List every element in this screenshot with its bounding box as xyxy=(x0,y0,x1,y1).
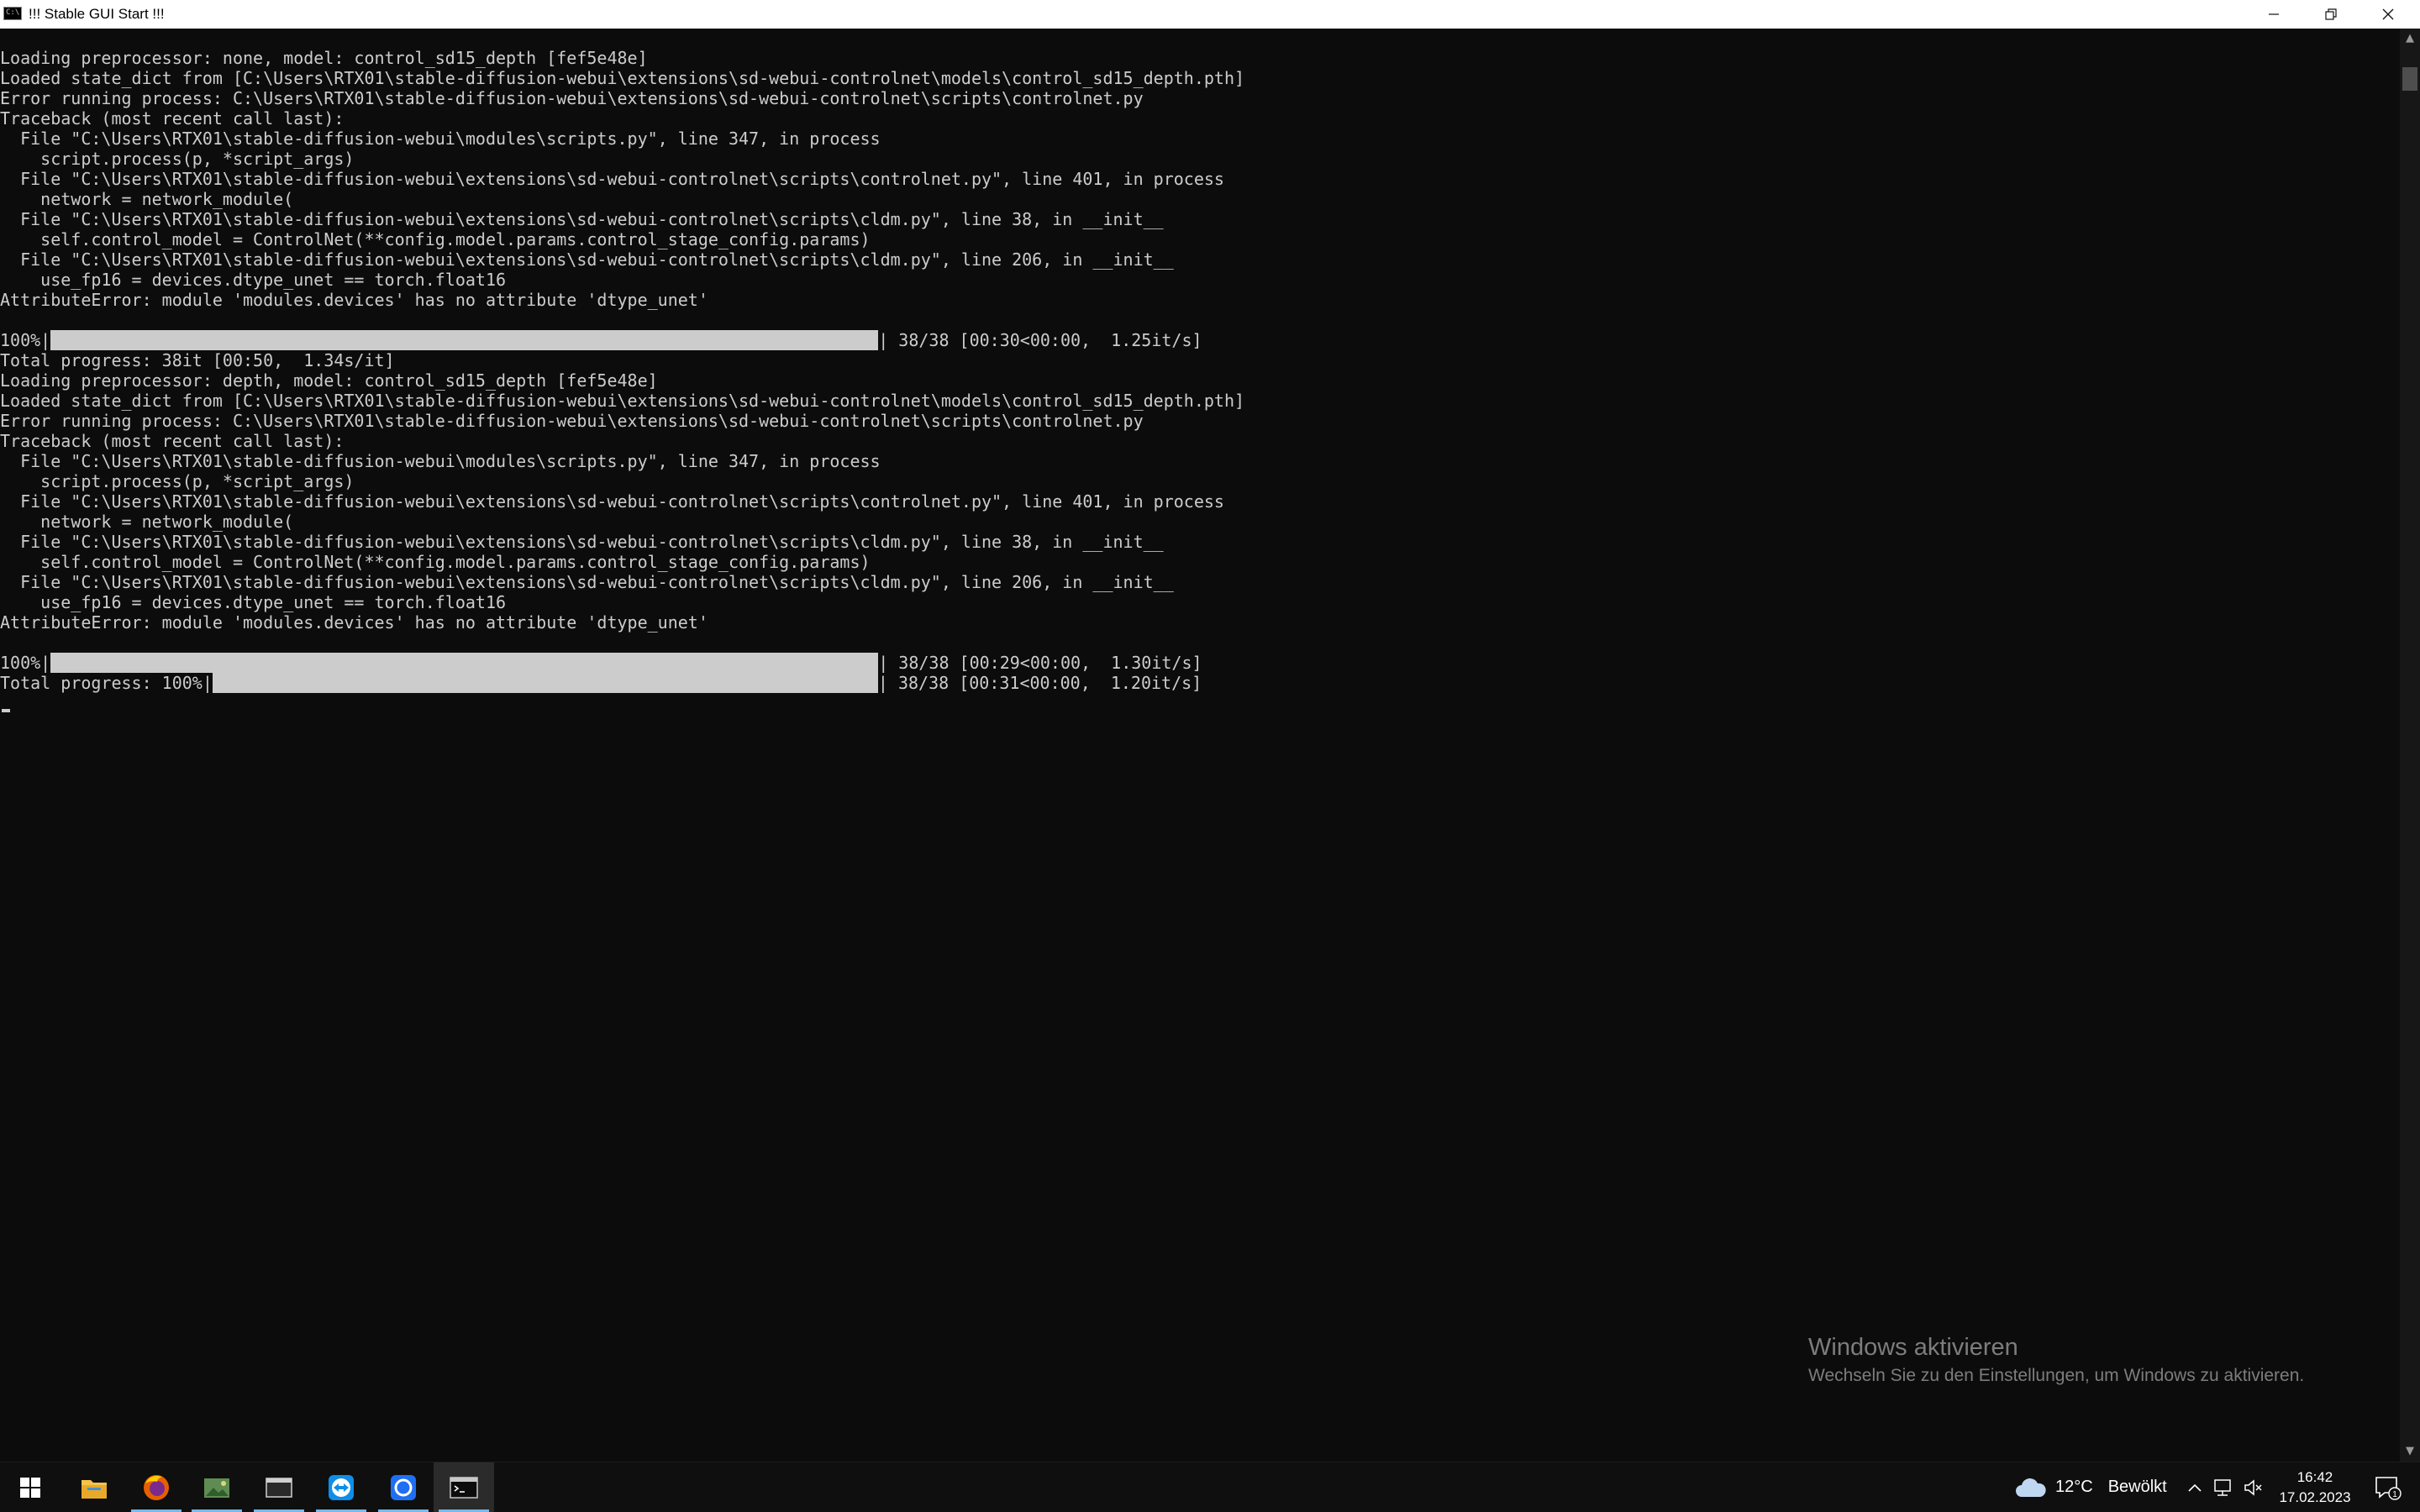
scrollbar-thumb[interactable] xyxy=(2402,67,2417,91)
taskbar-terminal[interactable] xyxy=(434,1462,494,1512)
network-icon xyxy=(2214,1478,2231,1496)
console-line: File "C:\Users\RTX01\stable-diffusion-we… xyxy=(0,169,1224,189)
progress-stats: | 38/38 [00:30<00:00, 1.25it/s] xyxy=(878,330,1202,350)
notification-center-button[interactable]: 1 xyxy=(2365,1462,2412,1512)
progress-bar-fill xyxy=(50,653,879,673)
console-icon: C:\ xyxy=(3,7,22,20)
taskbar: 12°C Bewölkt 16:42 17.02.2023 1 xyxy=(0,1462,2420,1512)
start-icon xyxy=(20,1477,40,1498)
minimize-button[interactable] xyxy=(2245,0,2302,29)
network-button[interactable] xyxy=(2210,1462,2237,1512)
console-line: Total progress: 38it [00:50, 1.34s/it] xyxy=(0,350,395,370)
taskbar-teamviewer[interactable] xyxy=(311,1462,371,1512)
minimize-icon xyxy=(2269,13,2279,15)
restore-icon xyxy=(2325,8,2337,20)
console-line: script.process(p, *script_args) xyxy=(0,149,355,169)
teamviewer-icon xyxy=(329,1474,354,1500)
console-line: self.control_model = ControlNet(**config… xyxy=(0,552,871,572)
chevron-up-icon xyxy=(2188,1483,2202,1492)
taskbar-app-window[interactable] xyxy=(249,1462,309,1512)
console-line: self.control_model = ControlNet(**config… xyxy=(0,229,871,249)
console-line: Error running process: C:\Users\RTX01\st… xyxy=(0,88,1144,108)
console-line: Loaded state_dict from [C:\Users\RTX01\s… xyxy=(0,68,1245,88)
console-line: File "C:\Users\RTX01\stable-diffusion-we… xyxy=(0,532,1164,552)
taskbar-app-blue[interactable] xyxy=(373,1462,434,1512)
progress-bar-line: 100%| | 38/38 [00:29<00:00, 1.30it/s] xyxy=(0,653,2395,673)
progress-bar-fill xyxy=(50,330,879,350)
weather-condition: Bewölkt xyxy=(2107,1478,2167,1496)
total-progress-label: Total progress: 100%| xyxy=(0,673,213,693)
progress-percent: 100%| xyxy=(0,653,51,673)
console-line: Loading preprocessor: depth, model: cont… xyxy=(0,370,658,391)
weather-temp: 12°C xyxy=(2055,1478,2093,1496)
volume-button[interactable] xyxy=(2240,1462,2267,1512)
taskbar-photo-viewer[interactable] xyxy=(187,1462,247,1512)
console-line: Loading preprocessor: none, model: contr… xyxy=(0,48,648,68)
text-cursor xyxy=(2,709,10,712)
console-line: network = network_module( xyxy=(0,189,294,209)
progress-bar-line: 100%| | 38/38 [00:30<00:00, 1.25it/s] xyxy=(0,330,2395,350)
progress-stats: | 38/38 [00:29<00:00, 1.30it/s] xyxy=(878,653,1202,673)
app-window-icon xyxy=(266,1477,292,1498)
console-line: File "C:\Users\RTX01\stable-diffusion-we… xyxy=(0,491,1224,512)
console-line: File "C:\Users\RTX01\stable-diffusion-we… xyxy=(0,572,1174,592)
restore-button[interactable] xyxy=(2302,0,2360,29)
clock-date: 17.02.2023 xyxy=(2279,1489,2351,1505)
app-blue-icon xyxy=(391,1474,416,1500)
console-line: AttributeError: module 'modules.devices'… xyxy=(0,612,708,633)
console-line: use_fp16 = devices.dtype_unet == torch.f… xyxy=(0,592,507,612)
notification-icon: 1 xyxy=(2375,1476,2402,1500)
start-button[interactable] xyxy=(0,1462,60,1512)
console-line: File "C:\Users\RTX01\stable-diffusion-we… xyxy=(0,129,881,149)
console-line: Traceback (most recent call last): xyxy=(0,108,345,129)
progress-percent: 100%| xyxy=(0,330,51,350)
photo-viewer-icon xyxy=(204,1478,229,1498)
progress-stats: | 38/38 [00:31<00:00, 1.20it/s] xyxy=(877,673,1202,693)
terminal-icon xyxy=(450,1476,478,1499)
cloud-icon xyxy=(2016,1478,2046,1497)
console-line: File "C:\Users\RTX01\stable-diffusion-we… xyxy=(0,209,1164,229)
console-line: Error running process: C:\Users\RTX01\st… xyxy=(0,411,1144,431)
taskbar-firefox[interactable] xyxy=(126,1462,187,1512)
activation-heading: Windows aktivieren xyxy=(1808,1334,2018,1361)
console-line: AttributeError: module 'modules.devices'… xyxy=(0,290,708,310)
window-title: !!! Stable GUI Start !!! xyxy=(29,6,165,22)
console-line: Traceback (most recent call last): xyxy=(0,431,345,451)
console-line: File "C:\Users\RTX01\stable-diffusion-we… xyxy=(0,451,881,471)
activation-text: Wechseln Sie zu den Einstellungen, um Wi… xyxy=(1808,1366,2305,1385)
console-line: use_fp16 = devices.dtype_unet == torch.f… xyxy=(0,270,507,290)
vertical-scrollbar[interactable]: ▲ ▼ xyxy=(2400,29,2420,1462)
scroll-down-icon[interactable]: ▼ xyxy=(2400,1441,2420,1462)
firefox-icon xyxy=(144,1474,169,1500)
taskbar-clock[interactable]: 16:42 17.02.2023 xyxy=(2269,1467,2361,1508)
clock-time: 16:42 xyxy=(2296,1469,2333,1485)
show-hidden-icons-button[interactable] xyxy=(2185,1462,2205,1512)
console-output[interactable]: Loading preprocessor: none, model: contr… xyxy=(0,29,2400,1462)
console-line: File "C:\Users\RTX01\stable-diffusion-we… xyxy=(0,249,1174,270)
console-line: script.process(p, *script_args) xyxy=(0,471,355,491)
scroll-up-icon[interactable]: ▲ xyxy=(2400,29,2420,49)
console-lines: Loading preprocessor: none, model: contr… xyxy=(0,48,2395,693)
volume-muted-icon xyxy=(2244,1478,2262,1496)
progress-bar-fill xyxy=(212,673,878,693)
file-explorer-icon xyxy=(82,1479,107,1499)
notification-count: 1 xyxy=(2392,1490,2397,1499)
weather-widget[interactable]: 12°C Bewölkt xyxy=(2015,1462,2167,1512)
total-progress-line: Total progress: 100%| | 38/38 [00:31<00:… xyxy=(0,673,2395,693)
console-line: network = network_module( xyxy=(0,512,294,532)
close-icon xyxy=(2382,8,2394,20)
close-button[interactable] xyxy=(2360,0,2417,29)
taskbar-file-explorer[interactable] xyxy=(64,1462,124,1512)
window-titlebar[interactable]: C:\ !!! Stable GUI Start !!! xyxy=(0,0,2420,29)
windows-activation-watermark: Windows aktivieren Wechseln Sie zu den E… xyxy=(1808,1332,2304,1388)
console-line: Loaded state_dict from [C:\Users\RTX01\s… xyxy=(0,391,1245,411)
